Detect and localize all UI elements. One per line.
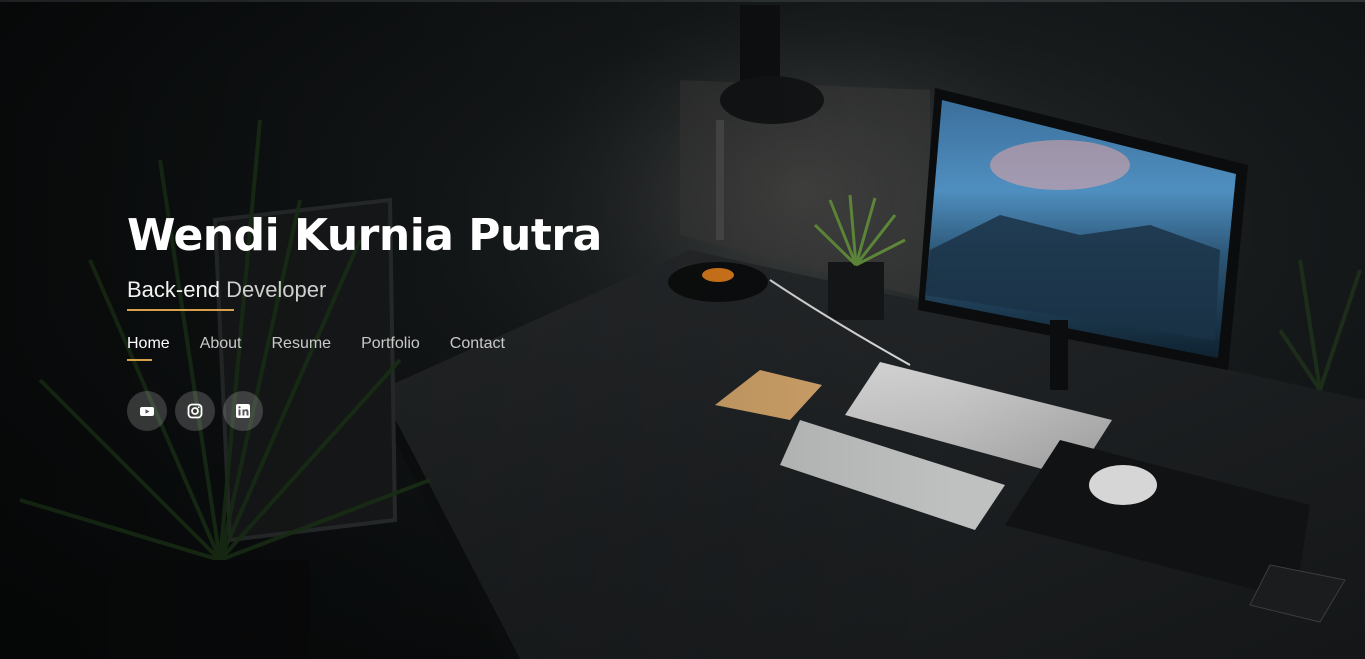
linkedin-button[interactable] xyxy=(223,391,263,431)
nav-resume[interactable]: Resume xyxy=(272,335,332,361)
nav-portfolio[interactable]: Portfolio xyxy=(361,335,420,361)
social-links xyxy=(127,391,602,431)
instagram-icon xyxy=(187,403,203,419)
nav-home[interactable]: Home xyxy=(127,335,170,361)
role-underline xyxy=(127,309,234,311)
role-part-1: Back-end xyxy=(127,277,220,302)
profile-role: Back-end Developer xyxy=(127,277,326,311)
linkedin-icon xyxy=(236,404,250,418)
youtube-icon xyxy=(140,407,154,416)
profile-name: Wendi Kurnia Putra xyxy=(127,210,602,261)
main-navigation: Home About Resume Portfolio Contact xyxy=(127,335,602,361)
youtube-button[interactable] xyxy=(127,391,167,431)
nav-about[interactable]: About xyxy=(200,335,242,361)
role-part-2: Developer xyxy=(219,277,327,302)
instagram-button[interactable] xyxy=(175,391,215,431)
nav-contact[interactable]: Contact xyxy=(450,335,505,361)
hero-content: Wendi Kurnia Putra Back-end Developer Ho… xyxy=(127,205,602,431)
hero-section: Wendi Kurnia Putra Back-end Developer Ho… xyxy=(0,0,1365,659)
